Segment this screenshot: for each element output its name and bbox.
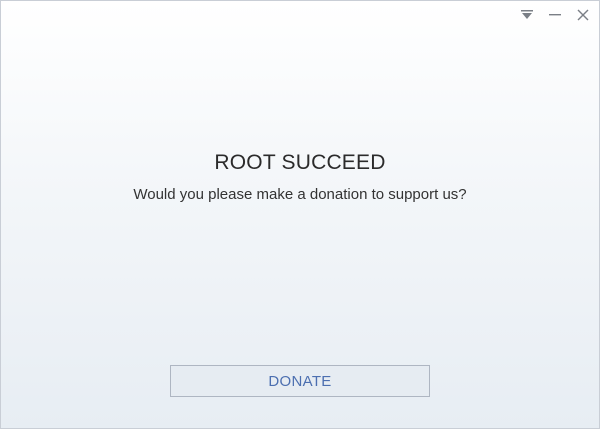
donate-button[interactable]: DONATE [170,365,430,397]
dropdown-menu-icon[interactable] [517,5,537,25]
close-icon[interactable] [573,5,593,25]
window-controls [517,5,593,25]
donation-message: Would you please make a donation to supp… [133,186,467,203]
dialog-title: ROOT SUCCEED [214,151,386,174]
minimize-icon[interactable] [545,5,565,25]
dialog-content: ROOT SUCCEED Would you please make a don… [1,149,599,205]
app-window: ROOT SUCCEED Would you please make a don… [0,0,600,429]
